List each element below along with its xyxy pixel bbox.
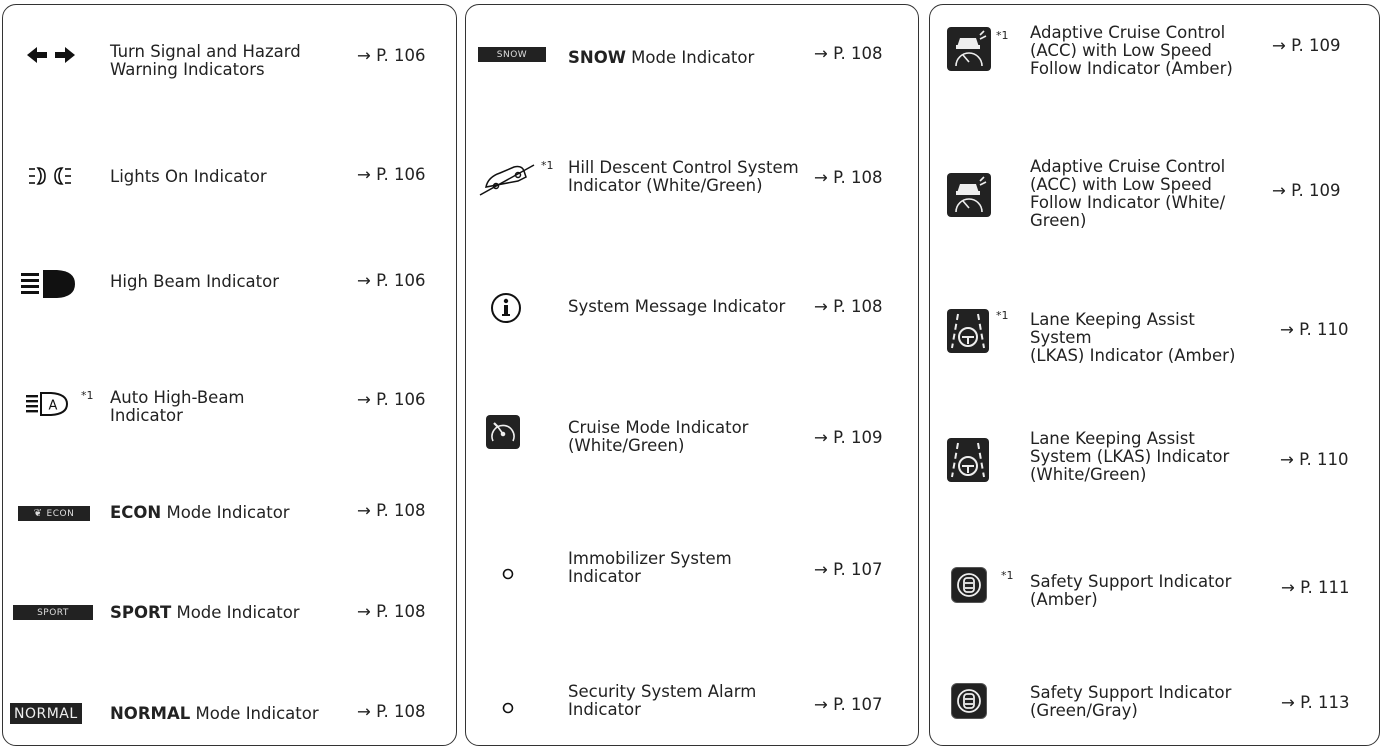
page-reference-link[interactable]: → P. 113: [1281, 694, 1349, 712]
arrow-right-icon: →: [814, 44, 828, 63]
acc-low-speed-follow-icon: [947, 27, 991, 71]
hill-descent-icon: [478, 159, 538, 199]
indicator-label: Cruise Mode Indicator (White/Green): [568, 418, 749, 455]
indicator-label: Lights On Indicator: [110, 167, 267, 186]
page-reference-link[interactable]: → P. 106: [357, 166, 425, 184]
arrow-right-icon: →: [357, 46, 371, 65]
page-reference-link[interactable]: → P. 111: [1281, 579, 1349, 597]
footnote-marker: *1: [81, 389, 94, 402]
info-circle-icon: [490, 292, 522, 324]
svg-text:A: A: [49, 399, 58, 414]
arrow-right-icon: →: [814, 297, 828, 316]
indicator-label: Turn Signal and Hazard Warning Indicator…: [110, 42, 301, 79]
page-reference-link[interactable]: → P. 108: [357, 502, 425, 520]
footnote-marker: *1: [1001, 569, 1014, 582]
indicator-label: SNOW Mode Indicator: [568, 48, 755, 67]
page-reference-link[interactable]: → P. 107: [814, 561, 882, 579]
page-reference-link[interactable]: → P. 109: [814, 429, 882, 447]
arrow-right-icon: →: [357, 390, 371, 409]
page-reference-link[interactable]: → P. 108: [814, 298, 882, 316]
safety-support-icon: [951, 567, 987, 603]
indicator-label: High Beam Indicator: [110, 272, 279, 291]
acc-low-speed-follow-icon: [947, 173, 991, 217]
cruise-mode-icon: [486, 415, 520, 449]
indicator-label: Security System Alarm Indicator: [568, 682, 757, 719]
arrow-right-icon: →: [814, 695, 828, 714]
arrow-right-icon: →: [1272, 36, 1286, 55]
security-alarm-icon: [502, 702, 514, 714]
arrow-right-icon: →: [1272, 181, 1286, 200]
page-reference-link[interactable]: → P. 108: [814, 45, 882, 63]
auto-high-beam-icon: A: [25, 391, 73, 417]
lkas-icon: [947, 438, 989, 482]
arrow-right-icon: →: [357, 271, 371, 290]
page-reference-link[interactable]: → P. 106: [357, 272, 425, 290]
indicator-panel-left: Turn Signal and Hazard Warning Indicator…: [2, 4, 457, 746]
safety-support-icon: [951, 683, 987, 719]
indicator-label: ECON Mode Indicator: [110, 503, 290, 522]
indicator-label: Adaptive Cruise Control (ACC) with Low S…: [1030, 157, 1226, 230]
lkas-icon: [947, 309, 989, 353]
page-reference-link[interactable]: → P. 110: [1280, 451, 1348, 469]
arrow-right-icon: →: [814, 428, 828, 447]
arrow-right-icon: →: [1280, 450, 1294, 469]
page-reference-link[interactable]: → P. 108: [357, 703, 425, 721]
leaf-icon: ❦: [33, 508, 43, 519]
footnote-marker: *1: [541, 159, 554, 172]
indicator-label: Safety Support Indicator (Green/Gray): [1030, 683, 1232, 720]
page-reference-link[interactable]: → P. 109: [1272, 37, 1340, 55]
page-reference-link[interactable]: → P. 110: [1280, 321, 1348, 339]
indicator-label: System Message Indicator: [568, 297, 786, 316]
page-reference-link[interactable]: → P. 107: [814, 696, 882, 714]
lights-on-icon: [27, 164, 73, 188]
arrow-right-icon: →: [357, 165, 371, 184]
indicator-label: Safety Support Indicator (Amber): [1030, 572, 1232, 609]
page-reference-link[interactable]: → P. 106: [357, 47, 425, 65]
indicator-label: Immobilizer System Indicator: [568, 549, 732, 586]
arrow-right-icon: →: [1281, 693, 1295, 712]
arrow-right-icon: →: [814, 560, 828, 579]
page-reference-link[interactable]: → P. 109: [1272, 182, 1340, 200]
turn-signal-arrows-icon: [25, 45, 77, 65]
page-reference-link[interactable]: → P. 106: [357, 391, 425, 409]
footnote-marker: *1: [996, 309, 1009, 322]
arrow-right-icon: →: [1280, 320, 1294, 339]
indicator-label: Lane Keeping Assist System (LKAS) Indica…: [1030, 429, 1230, 484]
indicator-panel-middle: SNOW SNOW Mode Indicator → P. 108 *1 Hil…: [465, 4, 919, 746]
indicator-label: Lane Keeping Assist System (LKAS) Indica…: [1030, 310, 1236, 365]
footnote-marker: *1: [996, 29, 1009, 42]
indicator-label: Hill Descent Control System Indicator (W…: [568, 158, 799, 195]
arrow-right-icon: →: [1281, 578, 1295, 597]
indicator-panel-right: *1 Adaptive Cruise Control (ACC) with Lo…: [929, 4, 1380, 746]
arrow-right-icon: →: [814, 168, 828, 187]
sport-badge-icon: SPORT: [13, 605, 93, 620]
immobilizer-icon: [502, 568, 514, 580]
indicator-label: SPORT Mode Indicator: [110, 603, 300, 622]
arrow-right-icon: →: [357, 602, 371, 621]
indicator-label: Auto High-Beam Indicator: [110, 388, 245, 425]
indicator-label: Adaptive Cruise Control (ACC) with Low S…: [1030, 23, 1233, 78]
arrow-right-icon: →: [357, 702, 371, 721]
econ-badge-icon: ❦ ECON: [18, 506, 90, 521]
page-reference-link[interactable]: → P. 108: [814, 169, 882, 187]
snow-badge-icon: SNOW: [478, 47, 546, 62]
page-reference-link[interactable]: → P. 108: [357, 603, 425, 621]
normal-badge-icon: NORMAL: [10, 703, 82, 724]
indicator-label: NORMAL Mode Indicator: [110, 704, 319, 723]
arrow-right-icon: →: [357, 501, 371, 520]
high-beam-icon: [19, 269, 79, 299]
